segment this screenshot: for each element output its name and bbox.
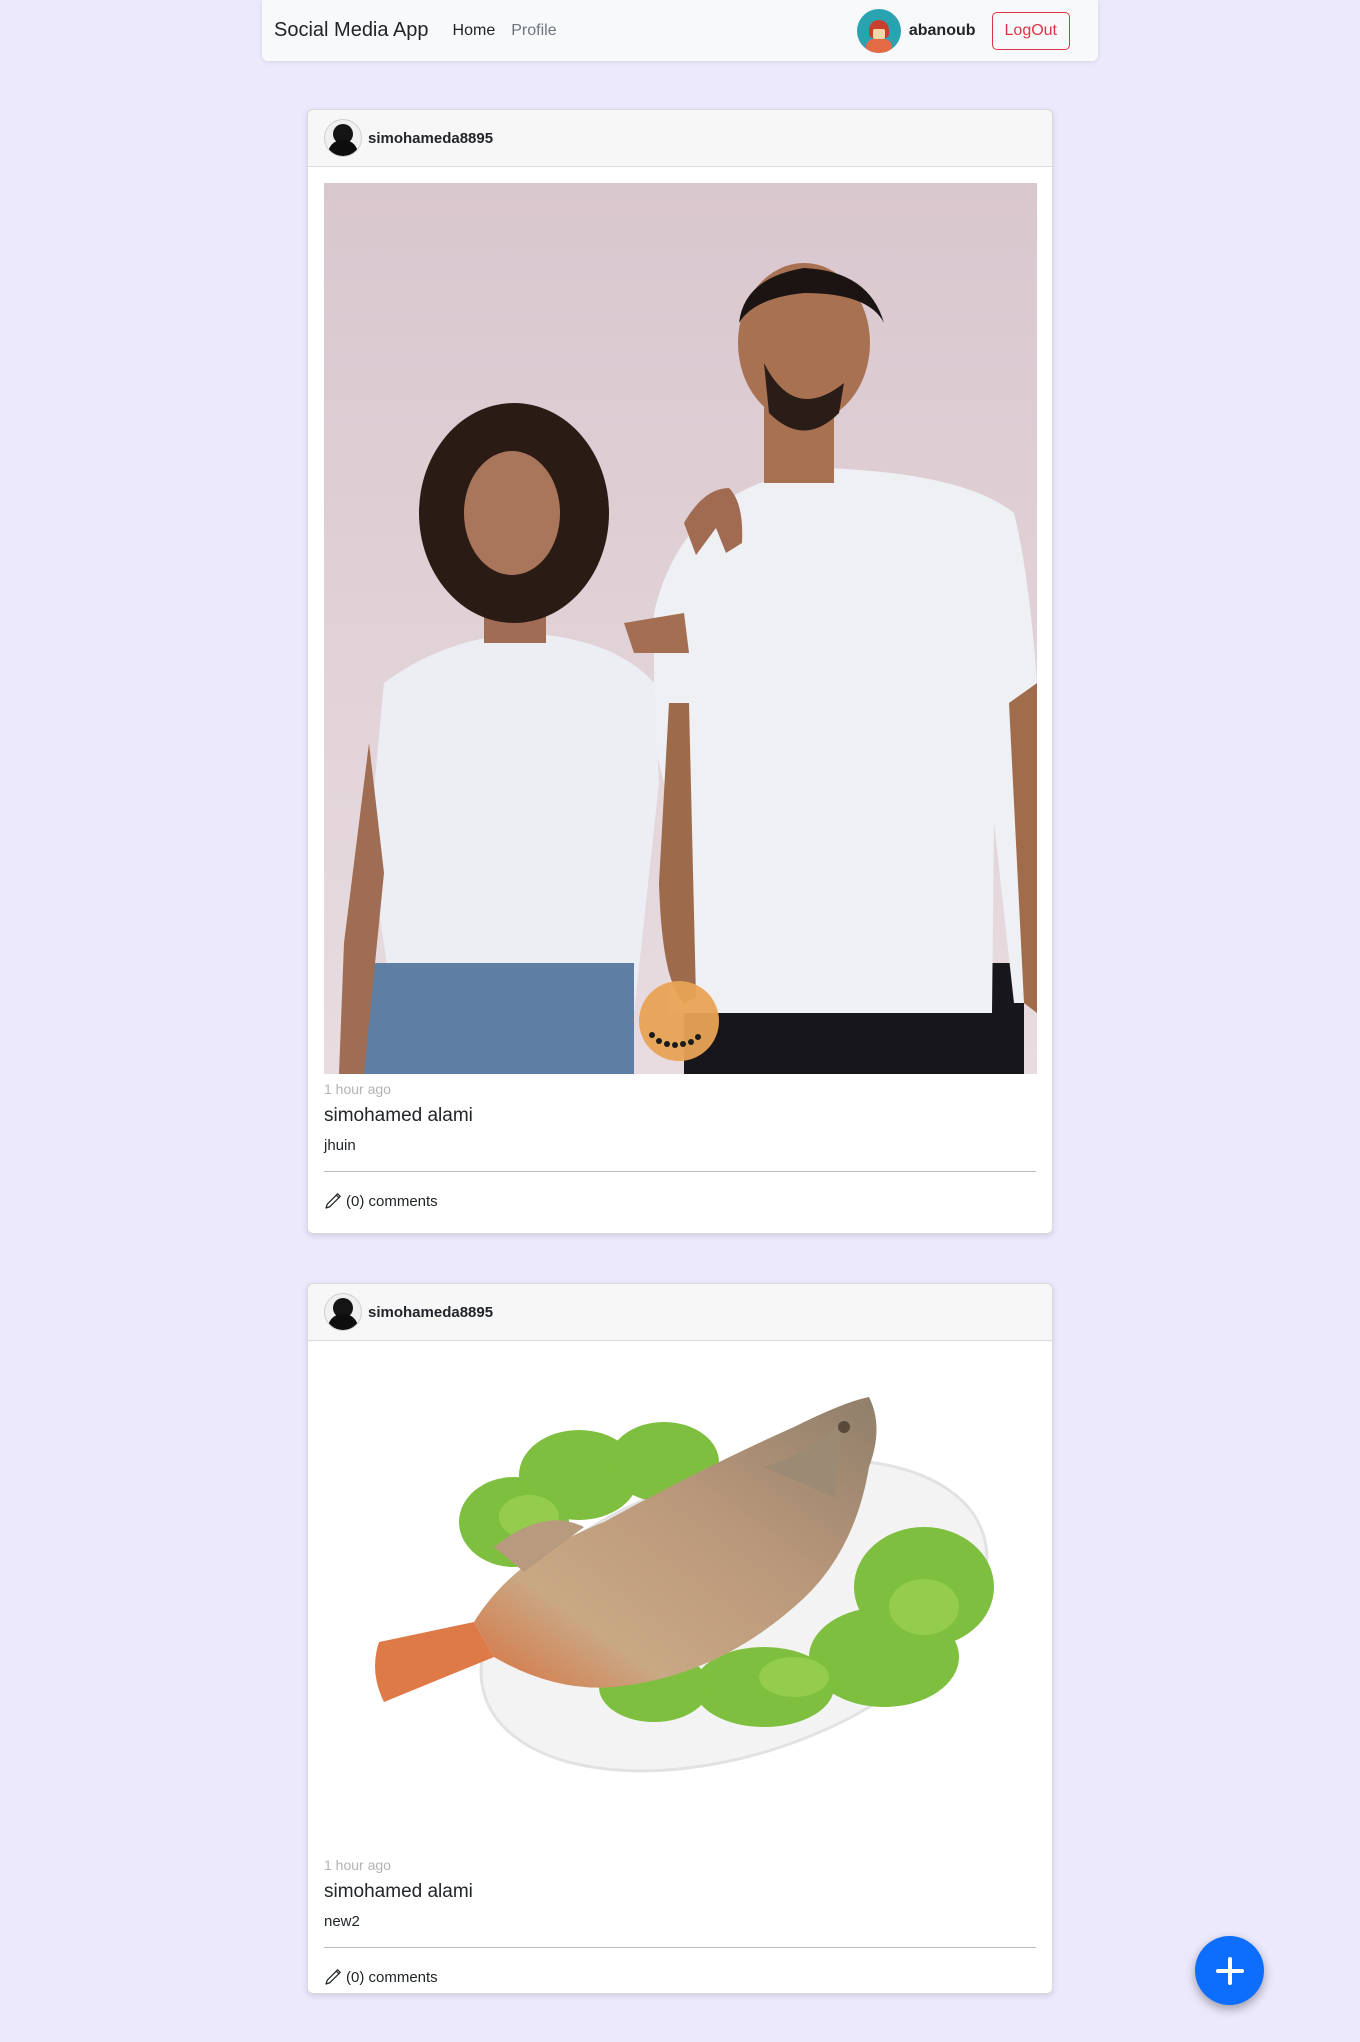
add-post-button[interactable] bbox=[1195, 1936, 1264, 2005]
post-body: 1 hour ago simohamed alami jhuin (0) com… bbox=[308, 167, 1052, 1230]
post-timestamp: 1 hour ago bbox=[324, 1081, 391, 1097]
post-text: jhuin bbox=[324, 1137, 356, 1154]
nav-link-profile[interactable]: Profile bbox=[511, 22, 556, 40]
post-image bbox=[324, 1357, 1037, 1850]
comments-count: (0) comments bbox=[346, 1968, 438, 1986]
author-avatar-icon[interactable] bbox=[324, 1293, 362, 1331]
post-body: 1 hour ago simohamed alami new2 (0) comm… bbox=[308, 1341, 1052, 1993]
comments-count: (0) comments bbox=[346, 1192, 438, 1210]
current-username: abanoub bbox=[908, 21, 976, 39]
post-author[interactable]: simohameda8895 bbox=[368, 1304, 493, 1321]
plus-icon bbox=[1215, 1956, 1244, 1985]
post-title: simohamed alami bbox=[324, 1105, 473, 1126]
post-card[interactable]: simohameda8895 1 hour ago simohamed alam… bbox=[307, 109, 1053, 1234]
post-timestamp: 1 hour ago bbox=[324, 1857, 391, 1873]
comments-link[interactable]: (0) comments bbox=[324, 1948, 1036, 1993]
post-text: new2 bbox=[324, 1913, 360, 1930]
post-header: simohameda8895 bbox=[308, 110, 1052, 167]
author-avatar-icon[interactable] bbox=[324, 119, 362, 157]
post-title: simohamed alami bbox=[324, 1881, 473, 1902]
brand-title[interactable]: Social Media App bbox=[274, 19, 429, 42]
pen-icon bbox=[325, 1193, 341, 1209]
navbar: Social Media App Home Profile abanoub Lo… bbox=[262, 0, 1098, 61]
post-header: simohameda8895 bbox=[308, 1284, 1052, 1341]
nav-link-home[interactable]: Home bbox=[453, 22, 496, 40]
comments-link[interactable]: (0) comments bbox=[324, 1172, 1036, 1230]
post-image bbox=[324, 183, 1037, 1074]
logout-button[interactable]: LogOut bbox=[991, 11, 1070, 50]
user-avatar-icon bbox=[856, 8, 901, 53]
post-card[interactable]: simohameda8895 1 hour ago simohamed alam… bbox=[307, 1283, 1053, 1994]
pen-icon bbox=[325, 1969, 341, 1985]
post-author[interactable]: simohameda8895 bbox=[368, 130, 493, 147]
